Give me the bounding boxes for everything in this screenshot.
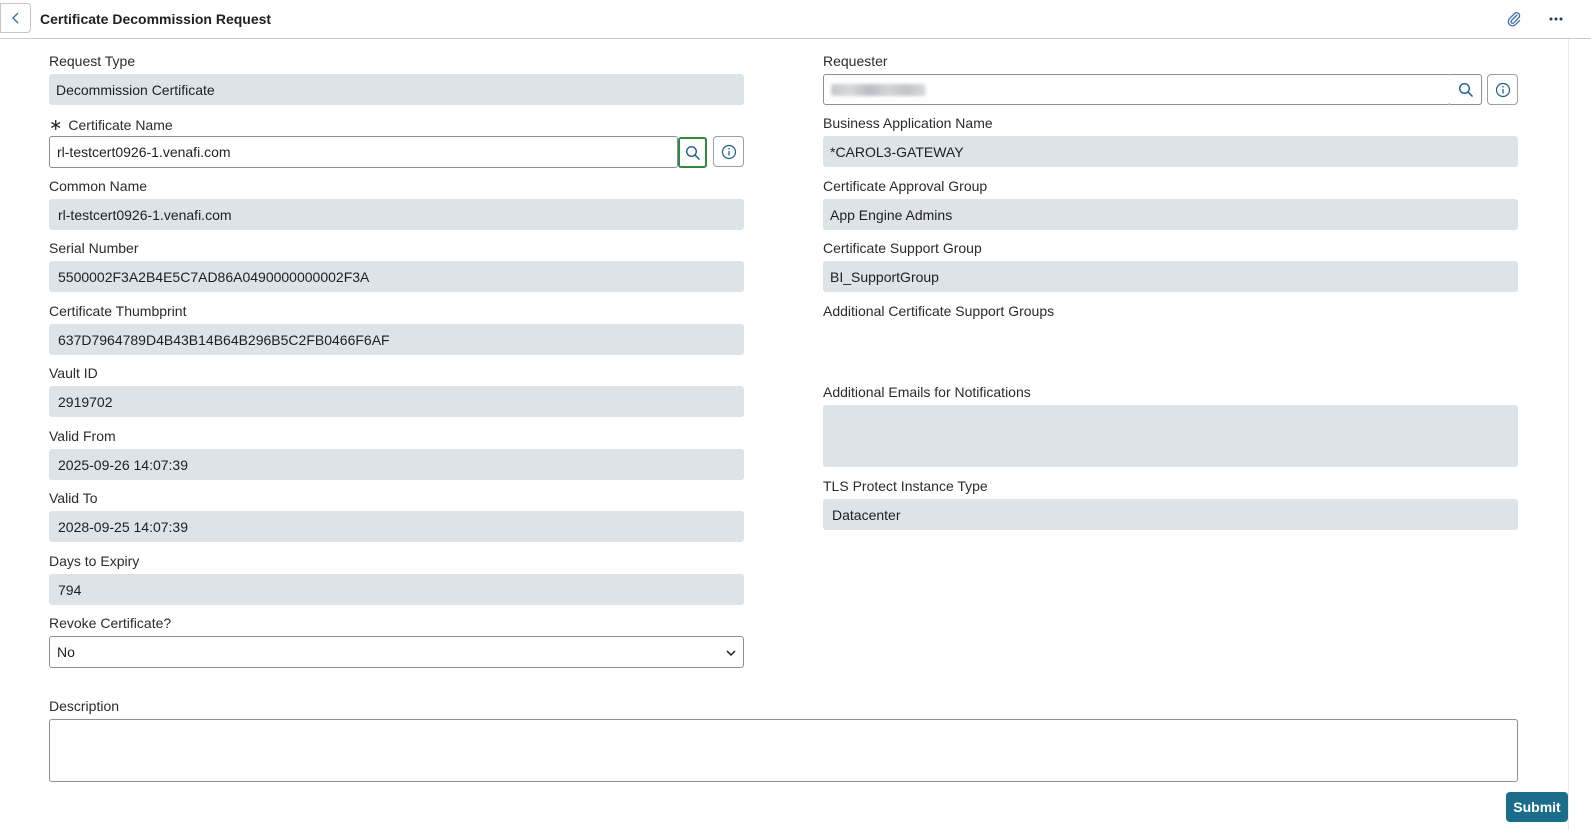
valid-to-label: Valid To	[49, 490, 98, 506]
certificate-name-search-button[interactable]	[678, 137, 707, 168]
support-group-field: BI_SupportGroup	[823, 261, 1518, 292]
request-type-field: Decommission Certificate	[49, 74, 744, 105]
approval-group-field: App Engine Admins	[823, 199, 1518, 230]
business-app-label: Business Application Name	[823, 115, 993, 131]
additional-emails-label: Additional Emails for Notifications	[823, 384, 1031, 400]
valid-to-field: 2028-09-25 14:07:39	[49, 511, 744, 542]
attachment-button[interactable]	[1504, 9, 1524, 29]
support-group-label: Certificate Support Group	[823, 240, 982, 256]
request-type-label: Request Type	[49, 53, 136, 69]
thumbprint-label: Certificate Thumbprint	[49, 303, 187, 319]
days-to-expiry-label: Days to Expiry	[49, 553, 140, 569]
serial-number-field: 5500002F3A2B4E5C7AD86A0490000000002F3A	[49, 261, 744, 292]
tls-type-label: TLS Protect Instance Type	[823, 478, 988, 494]
additional-support-groups-label: Additional Certificate Support Groups	[823, 303, 1055, 319]
requester-input[interactable]	[823, 74, 1451, 105]
description-textarea[interactable]	[49, 719, 1518, 782]
chevron-left-icon	[11, 12, 18, 24]
serial-number-label: Serial Number	[49, 240, 139, 256]
vault-id-label: Vault ID	[49, 365, 98, 381]
info-icon	[1495, 82, 1510, 97]
tls-type-field: Datacenter	[823, 499, 1518, 530]
business-app-field: *CAROL3-GATEWAY	[823, 136, 1518, 167]
redacted-requester-name	[831, 83, 926, 96]
days-to-expiry-field: 794	[49, 574, 744, 605]
thumbprint-field: 637D7964789D4B43B14B64B296B5C2FB0466F6AF	[49, 324, 744, 355]
certificate-name-label: ∗ Certificate Name	[49, 115, 173, 135]
revoke-certificate-value: No	[57, 644, 75, 660]
certificate-name-label-text: Certificate Name	[68, 117, 173, 133]
certificate-name-input[interactable]: rl-testcert0926-1.venafi.com	[49, 136, 678, 168]
more-horizontal-icon	[1549, 17, 1563, 21]
additional-emails-field	[823, 405, 1518, 467]
certificate-name-info-button[interactable]	[713, 136, 744, 167]
valid-from-label: Valid From	[49, 428, 116, 444]
form-header: Certificate Decommission Request	[0, 0, 1591, 39]
search-icon	[1458, 82, 1473, 97]
search-icon	[685, 145, 700, 160]
chevron-down-icon	[726, 650, 736, 657]
valid-from-field: 2025-09-26 14:07:39	[49, 449, 744, 480]
page-title: Certificate Decommission Request	[40, 11, 272, 27]
approval-group-label: Certificate Approval Group	[823, 178, 988, 194]
common-name-label: Common Name	[49, 178, 148, 194]
scrollbar-track	[1568, 39, 1569, 830]
common-name-field: rl-testcert0926-1.venafi.com	[49, 199, 744, 230]
required-icon: ∗	[49, 117, 63, 134]
requester-info-button[interactable]	[1487, 74, 1518, 105]
info-icon	[721, 144, 736, 159]
requester-search-button[interactable]	[1450, 74, 1482, 105]
paperclip-icon	[1507, 12, 1521, 27]
description-label: Description	[49, 698, 120, 714]
back-button[interactable]	[0, 3, 31, 33]
more-options-button[interactable]	[1546, 9, 1566, 29]
requester-label: Requester	[823, 53, 888, 69]
submit-button[interactable]: Submit	[1506, 792, 1568, 822]
revoke-certificate-label: Revoke Certificate?	[49, 615, 172, 631]
revoke-certificate-select[interactable]: No	[49, 636, 744, 668]
vault-id-field: 2919702	[49, 386, 744, 417]
